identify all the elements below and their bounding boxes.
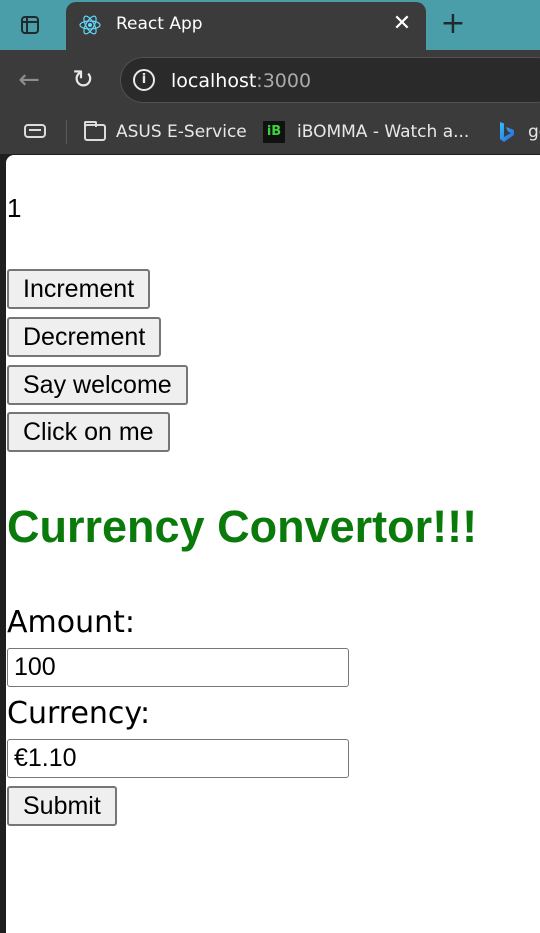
currency-label: Currency: (7, 696, 151, 731)
page-title: Currency Convertor!!! (7, 501, 478, 552)
page-viewport: 1 Increment Decrement Say welcome Click … (6, 155, 540, 933)
tab-strip: React App ✕ + (0, 0, 540, 50)
close-tab-icon[interactable]: ✕ (390, 12, 414, 36)
amount-input[interactable]: 100 (7, 648, 349, 687)
submit-button[interactable]: Submit (7, 786, 117, 826)
reload-icon[interactable]: ↻ (66, 63, 100, 97)
address-bar[interactable]: i localhost:3000 (120, 57, 540, 103)
tab-react-app[interactable]: React App ✕ (66, 2, 426, 50)
ibomma-icon: iB (263, 121, 285, 143)
browser-toolbar: ← ↻ i localhost:3000 (0, 50, 540, 110)
new-tab-icon[interactable]: + (436, 6, 470, 42)
bing-icon (500, 122, 514, 142)
tab-title: React App (116, 14, 203, 34)
tab-groups-icon[interactable] (24, 124, 46, 138)
site-info-icon[interactable]: i (133, 69, 155, 91)
bookmark-label: ge (528, 122, 540, 142)
bookmark-bing[interactable]: ge (498, 120, 540, 144)
react-icon (79, 15, 101, 35)
bookmark-asus-eservice[interactable]: ASUS E-Service (84, 120, 247, 144)
click-on-me-button[interactable]: Click on me (7, 412, 170, 452)
say-welcome-button[interactable]: Say welcome (7, 365, 188, 405)
bookmarks-divider (66, 120, 67, 144)
url-host: localhost (171, 70, 257, 92)
decrement-button[interactable]: Decrement (7, 317, 162, 357)
url-text: localhost:3000 (171, 70, 311, 92)
increment-button[interactable]: Increment (7, 269, 151, 309)
bookmark-ibomma[interactable]: iB iBOMMA - Watch a... (263, 120, 469, 144)
bookmark-label: ASUS E-Service (116, 122, 247, 142)
url-port: :3000 (256, 70, 312, 92)
back-arrow-icon[interactable]: ← (12, 63, 46, 97)
counter-value: 1 (7, 193, 22, 223)
amount-label: Amount: (7, 605, 135, 640)
bookmark-label: iBOMMA - Watch a... (297, 122, 470, 142)
currency-input[interactable]: €1.10 (7, 739, 349, 778)
tab-actions-icon[interactable] (8, 8, 52, 42)
folder-icon (84, 120, 106, 141)
